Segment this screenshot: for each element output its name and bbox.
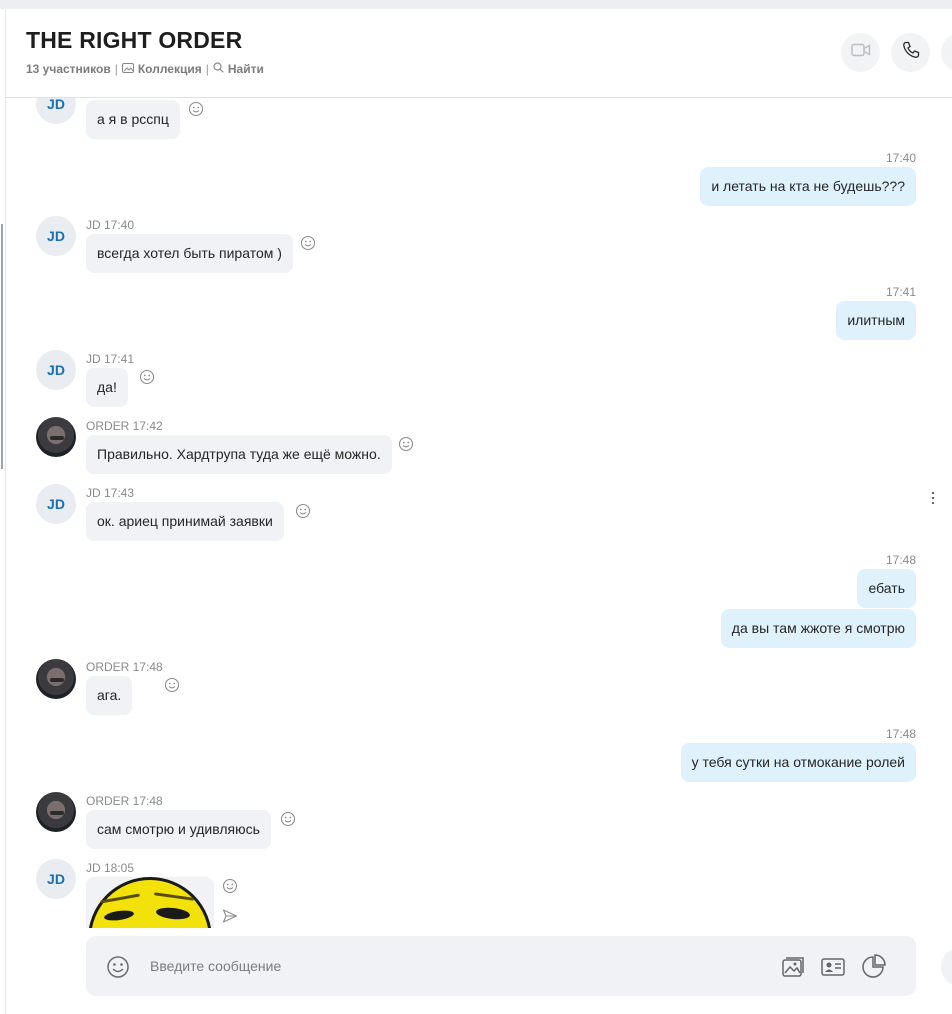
smiley-icon[interactable] <box>139 369 155 385</box>
separator: | <box>114 62 118 76</box>
search-icon <box>213 62 224 76</box>
phone-icon <box>902 41 920 64</box>
troll-face-image <box>88 877 212 928</box>
avatar-initials: JD <box>47 496 65 512</box>
message-list: JD а я в рсспц 17:40 и летать на кта не … <box>6 98 952 928</box>
smiley-icon[interactable] <box>222 878 238 894</box>
message-bubble[interactable]: ок. ариец принимай заявки <box>86 502 284 541</box>
message-bubble[interactable]: ага. <box>86 676 133 715</box>
message-bubble[interactable]: сам смотрю и удивляюсь <box>86 810 271 849</box>
message-meta: JD 18:05 <box>86 861 135 875</box>
smiley-icon[interactable] <box>398 436 414 452</box>
smiley-icon[interactable] <box>280 811 296 827</box>
chat-window: THE RIGHT ORDER 13 участников | Коллекци… <box>0 0 952 1014</box>
message-menu-icon[interactable] <box>930 491 936 505</box>
smiley-icon[interactable] <box>188 101 204 117</box>
scroll-marker[interactable] <box>1 224 3 469</box>
message-bubble[interactable]: и летать на кта не будешь??? <box>700 167 916 206</box>
more-options-button[interactable] <box>941 33 952 72</box>
message-bubble[interactable]: а я в рсспц <box>86 100 180 139</box>
message-bubble[interactable]: всегда хотел быть пиратом ) <box>86 234 293 273</box>
poll-icon[interactable] <box>860 954 886 980</box>
smiley-icon[interactable] <box>300 235 316 251</box>
send-button[interactable] <box>941 947 952 987</box>
message-bubble[interactable]: да вы там жжоте я смотрю <box>720 609 916 648</box>
avatar[interactable]: JD <box>36 216 76 256</box>
message-bubble[interactable]: илитным <box>836 301 916 340</box>
avatar[interactable]: JD <box>36 484 76 524</box>
avatar-initials: JD <box>47 871 65 887</box>
smiley-icon[interactable] <box>106 955 130 979</box>
message-time: 17:48 <box>885 553 916 567</box>
message-meta: JD 17:40 <box>86 218 135 232</box>
avatar[interactable]: JD <box>36 859 76 899</box>
avatar-initials: JD <box>47 362 65 378</box>
avatar[interactable]: JD <box>36 350 76 390</box>
message-meta: ORDER 17:42 <box>86 419 163 433</box>
contact-card-icon[interactable] <box>820 954 846 980</box>
forward-icon[interactable] <box>222 908 238 924</box>
avatar-photo[interactable] <box>36 792 76 832</box>
smiley-icon[interactable] <box>164 677 180 693</box>
separator: | <box>205 62 209 76</box>
avatar[interactable]: JD <box>36 98 76 124</box>
message-input[interactable]: Введите сообщение <box>150 958 281 974</box>
message-bubble[interactable]: Правильно. Хардтрупа туда же ещё можно. <box>86 435 392 474</box>
video-camera-icon <box>850 43 871 62</box>
sticker-image[interactable] <box>86 877 214 928</box>
collection-link[interactable]: Коллекция <box>138 62 202 76</box>
chat-title[interactable]: THE RIGHT ORDER <box>26 27 242 54</box>
audio-call-button[interactable] <box>891 33 930 72</box>
message-time: 17:48 <box>885 727 916 741</box>
message-meta: ORDER 17:48 <box>86 660 163 674</box>
message-bubble[interactable]: у тебя сутки на отмокание ролей <box>680 743 916 782</box>
chat-header: THE RIGHT ORDER 13 участников | Коллекци… <box>6 9 952 98</box>
message-time: 17:40 <box>885 151 916 165</box>
avatar-photo[interactable] <box>36 659 76 699</box>
image-icon[interactable] <box>780 954 806 980</box>
window-top-strip <box>0 0 952 9</box>
message-meta: ORDER 17:48 <box>86 794 163 808</box>
smiley-icon[interactable] <box>295 503 311 519</box>
video-call-button[interactable] <box>841 33 880 72</box>
participants-link[interactable]: 13 участников <box>26 62 111 76</box>
avatar-initials: JD <box>47 228 65 244</box>
message-composer[interactable]: Введите сообщение <box>86 936 916 996</box>
message-meta: JD 17:43 <box>86 486 135 500</box>
avatar-photo[interactable] <box>36 417 76 457</box>
message-bubble[interactable]: да! <box>86 368 128 407</box>
message-meta: JD 17:41 <box>86 352 135 366</box>
avatar-initials: JD <box>47 98 65 112</box>
find-link[interactable]: Найти <box>228 62 264 76</box>
message-time: 17:41 <box>885 285 916 299</box>
message-bubble[interactable]: ебать <box>857 569 916 608</box>
gallery-icon <box>121 62 134 76</box>
chat-subtitle: 13 участников | Коллекция | Найти <box>26 62 264 76</box>
